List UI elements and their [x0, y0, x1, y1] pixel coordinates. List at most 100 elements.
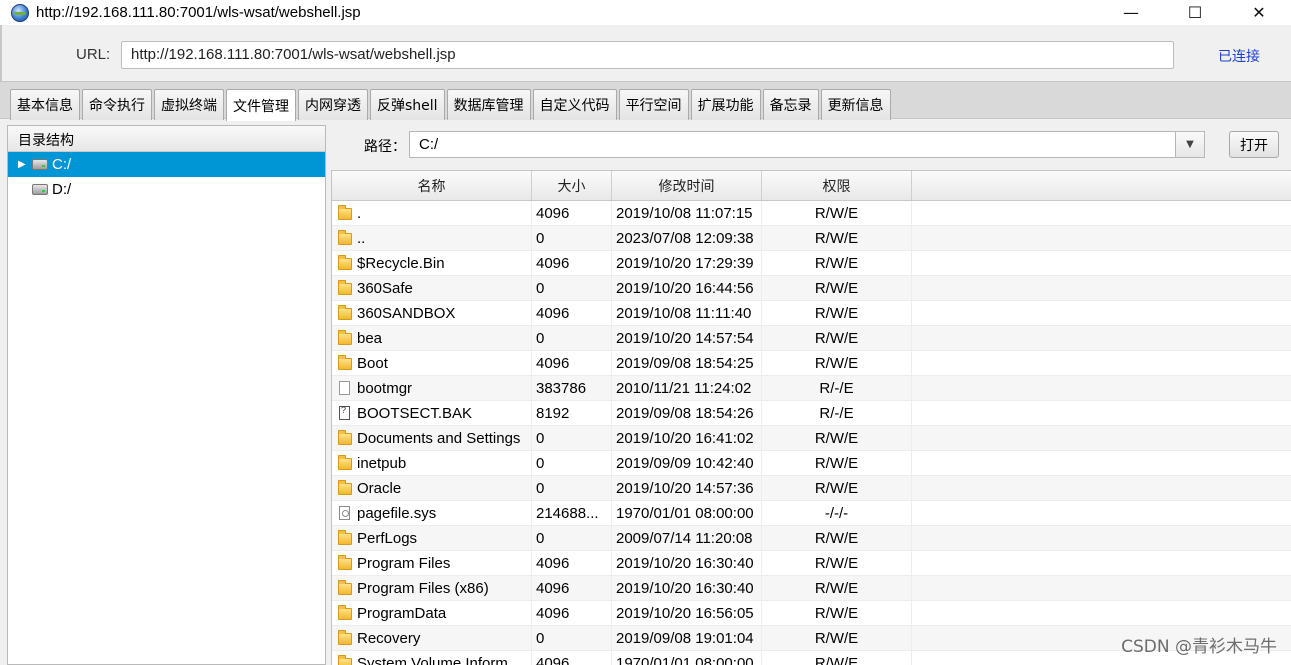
- cell-size: 0: [532, 326, 612, 350]
- cell-name[interactable]: inetpub: [332, 451, 532, 475]
- table-row[interactable]: 360SANDBOX 4096 2019/10/08 11:11:40 R/W/E: [332, 301, 1291, 326]
- table-row[interactable]: Boot 4096 2019/09/08 18:54:25 R/W/E: [332, 351, 1291, 376]
- cell-name[interactable]: .: [332, 201, 532, 225]
- cell-name[interactable]: ..: [332, 226, 532, 250]
- table-row[interactable]: pagefile.sys 214688... 1970/01/01 08:00:00…: [332, 501, 1291, 526]
- cell-modified-time: 2019/10/20 16:30:40: [612, 576, 762, 600]
- cell-name[interactable]: bea: [332, 326, 532, 350]
- path-dropdown-button[interactable]: ▼: [1175, 131, 1205, 158]
- folder-icon: [338, 230, 352, 245]
- cell-modified-time: 2019/09/08 18:54:26: [612, 401, 762, 425]
- tab-6[interactable]: 数据库管理: [446, 89, 531, 120]
- window-title: http://192.168.111.80:7001/wls-wsat/webs…: [36, 4, 361, 21]
- cell-modified-time: 2019/10/20 14:57:36: [612, 476, 762, 500]
- cell-name[interactable]: BOOTSECT.BAK: [332, 401, 532, 425]
- maximize-button[interactable]: ☐: [1163, 0, 1227, 25]
- table-row[interactable]: PerfLogs 0 2009/07/14 11:20:08 R/W/E: [332, 526, 1291, 551]
- cell-size: 4096: [532, 576, 612, 600]
- expand-arrow-icon[interactable]: ▶: [18, 159, 32, 170]
- cell-name[interactable]: Oracle: [332, 476, 532, 500]
- column-header-time[interactable]: 修改时间: [612, 171, 762, 200]
- tree-item-drive[interactable]: D:/: [8, 177, 325, 202]
- tab-5[interactable]: 反弹shell: [370, 89, 445, 120]
- column-header-name[interactable]: 名称: [332, 171, 532, 200]
- table-row[interactable]: Program Files (x86) 4096 2019/10/20 16:30:…: [332, 576, 1291, 601]
- table-row[interactable]: . 4096 2019/10/08 11:07:15 R/W/E: [332, 201, 1291, 226]
- tab-8[interactable]: 平行空间: [618, 89, 689, 120]
- table-row[interactable]: 360Safe 0 2019/10/20 16:44:56 R/W/E: [332, 276, 1291, 301]
- cell-filler: [912, 251, 1291, 275]
- cell-name[interactable]: PerfLogs: [332, 526, 532, 550]
- table-row[interactable]: ProgramData 4096 2019/10/20 16:56:05 R/W/E: [332, 601, 1291, 626]
- cell-name[interactable]: Documents and Settings: [332, 426, 532, 450]
- tab-4[interactable]: 内网穿透: [298, 89, 368, 120]
- table-row[interactable]: Program Files 4096 2019/10/20 16:30:40 R/W/…: [332, 551, 1291, 576]
- close-button[interactable]: ✕: [1227, 0, 1291, 25]
- connection-status[interactable]: 已连接: [1218, 46, 1260, 66]
- cell-permission: R/W/E: [762, 276, 912, 300]
- url-input[interactable]: http://192.168.111.80:7001/wls-wsat/webs…: [121, 41, 1174, 69]
- minimize-button[interactable]: —: [1099, 0, 1163, 25]
- table-row[interactable]: bea 0 2019/10/20 14:57:54 R/W/E: [332, 326, 1291, 351]
- cell-filler: [912, 476, 1291, 500]
- cell-size: 4096: [532, 601, 612, 625]
- directory-tree: ▶ C:/ D:/: [8, 152, 325, 202]
- table-row[interactable]: bootmgr 383786 2010/11/21 11:24:02 R/-/E: [332, 376, 1291, 401]
- table-row[interactable]: BOOTSECT.BAK 81922019/09/08 18:54:26R/-/E: [332, 401, 1291, 426]
- cell-name[interactable]: Recovery: [332, 626, 532, 650]
- table-row[interactable]: $Recycle.Bin 4096 2019/10/20 17:29:39 R/W/E: [332, 251, 1291, 276]
- cell-filler: [912, 326, 1291, 350]
- cell-modified-time: 2010/11/21 11:24:02: [612, 376, 762, 400]
- cell-name[interactable]: $Recycle.Bin: [332, 251, 532, 275]
- cell-permission: R/W/E: [762, 526, 912, 550]
- column-header-permission[interactable]: 权限: [762, 171, 912, 200]
- cell-permission: R/W/E: [762, 251, 912, 275]
- cell-name[interactable]: 360SANDBOX: [332, 301, 532, 325]
- table-row[interactable]: Documents and Settings 0 2019/10/20 16:41:…: [332, 426, 1291, 451]
- cell-name[interactable]: Program Files (x86): [332, 576, 532, 600]
- cell-name[interactable]: 360Safe: [332, 276, 532, 300]
- cell-name[interactable]: Boot: [332, 351, 532, 375]
- table-row[interactable]: Oracle 0 2019/10/20 14:57:36 R/W/E: [332, 476, 1291, 501]
- tree-item-label: D:/: [52, 181, 72, 198]
- tree-item-drive[interactable]: ▶ C:/: [8, 152, 325, 177]
- cell-permission: R/W/E: [762, 651, 912, 665]
- tab-11[interactable]: 更新信息: [820, 89, 891, 120]
- cell-name[interactable]: bootmgr: [332, 376, 532, 400]
- cell-name[interactable]: Program Files: [332, 551, 532, 575]
- path-label: 路径：: [364, 139, 406, 155]
- cell-name[interactable]: pagefile.sys: [332, 501, 532, 525]
- tab-3[interactable]: 文件管理: [226, 89, 296, 121]
- file-name: pagefile.sys: [357, 504, 437, 522]
- cell-size: 0: [532, 451, 612, 475]
- cell-modified-time: 2023/07/08 12:09:38: [612, 226, 762, 250]
- cell-permission: R/W/E: [762, 451, 912, 475]
- cell-permission: R/W/E: [762, 201, 912, 225]
- tab-1[interactable]: 命令执行: [82, 89, 152, 120]
- table-row[interactable]: .. 0 2023/07/08 12:09:38 R/W/E: [332, 226, 1291, 251]
- table-row[interactable]: inetpub 0 2019/09/09 10:42:40 R/W/E: [332, 451, 1291, 476]
- path-input[interactable]: C:/: [409, 131, 1205, 158]
- file-name: 360Safe: [357, 279, 413, 297]
- cell-modified-time: 1970/01/01 08:00:00: [612, 651, 762, 665]
- folder-icon: [338, 455, 352, 470]
- cell-permission: R/-/E: [762, 401, 912, 425]
- folder-icon: [338, 255, 352, 270]
- tab-bar: 基本信息 命令执行 虚拟终端 文件管理 内网穿透 反弹shell 数据库管理 自定义代码 平行空…: [0, 81, 1291, 121]
- tab-2[interactable]: 虚拟终端: [154, 89, 224, 120]
- tab-0[interactable]: 基本信息: [10, 89, 80, 120]
- cell-permission: R/W/E: [762, 551, 912, 575]
- file-name: Recovery: [357, 629, 421, 647]
- table-body: . 4096 2019/10/08 11:07:15 R/W/E.. 0 2023/07/…: [332, 201, 1291, 665]
- cell-permission: R/W/E: [762, 576, 912, 600]
- column-header-size[interactable]: 大小: [532, 171, 612, 200]
- cell-name[interactable]: ProgramData: [332, 601, 532, 625]
- tab-7[interactable]: 自定义代码: [532, 89, 617, 120]
- tree-item-label: C:/: [52, 156, 72, 173]
- tab-10[interactable]: 备忘录: [762, 89, 819, 120]
- tab-9[interactable]: 扩展功能: [690, 89, 761, 120]
- file-name: Documents and Settings: [357, 429, 521, 447]
- cell-name[interactable]: System Volume Inform...: [332, 651, 532, 665]
- cell-permission: R/W/E: [762, 301, 912, 325]
- open-button[interactable]: 打开: [1229, 131, 1279, 158]
